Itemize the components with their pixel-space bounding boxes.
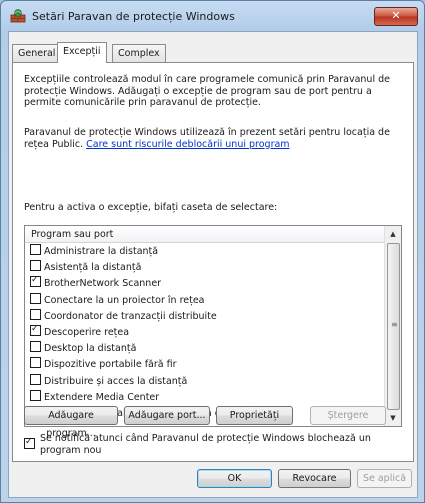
vertical-scrollbar[interactable]: ▲ ≡ ▼ [384, 226, 401, 426]
list-item-label: Administrare la distanță [44, 246, 159, 257]
title-bar[interactable]: Setări Paravan de protecție Windows ✕ [1, 1, 424, 31]
exception-checkbox[interactable] [30, 389, 41, 401]
window-title: Setări Paravan de protecție Windows [32, 10, 235, 23]
grip-icon: ≡ [391, 320, 398, 329]
list-item-label: Desktop la distanță [44, 343, 137, 355]
apply-button[interactable]: Se aplică [357, 469, 412, 488]
list-item-label: Conectare la un proiector în rețea [44, 294, 205, 306]
delete-button[interactable]: Ștergere [310, 406, 386, 425]
list-item[interactable]: Distribuire și acces la distanță [25, 373, 384, 390]
risk-link[interactable]: Care sunt riscurile deblocării unui prog… [86, 139, 289, 150]
list-item[interactable]: Coordonator de tranzacții distribuite [25, 308, 384, 325]
exception-checkbox[interactable] [30, 292, 41, 304]
list-item-label: Distribuire și acces la distanță [44, 375, 188, 387]
scroll-thumb[interactable]: ≡ [387, 243, 400, 410]
add-program-button[interactable]: Adăugare program... [24, 406, 118, 439]
cancel-button[interactable]: Revocare [278, 469, 351, 488]
firewall-icon [10, 9, 26, 23]
list-item[interactable]: Conectare la un proiector în rețea [25, 292, 384, 309]
exception-checkbox[interactable] [30, 357, 41, 369]
notify-label: Se notifică atunci când Paravanul de pro… [40, 433, 371, 456]
list-item[interactable]: Extendere Media Center [25, 389, 384, 406]
tab-general[interactable]: General [12, 44, 62, 62]
exception-checkbox[interactable] [30, 260, 41, 272]
exception-checkbox[interactable] [30, 373, 41, 385]
list-item-label: Dispozitive portabile fără fir [44, 359, 177, 371]
exception-checkbox[interactable] [30, 324, 41, 336]
notify-checkbox[interactable] [24, 438, 35, 449]
list-item-label: Descoperire rețea [44, 326, 130, 338]
list-item[interactable]: Asistență la distanță [25, 260, 384, 276]
instruction-text: Pentru a activa o excepție, bifați caset… [24, 202, 278, 213]
tab-exceptions[interactable]: Excepții [57, 42, 107, 63]
exceptions-panel: Excepțiile controlează modul în care pro… [12, 62, 414, 462]
dialog-window: Setări Paravan de protecție Windows ✕ Ge… [0, 0, 425, 503]
exceptions-list[interactable]: Program sau port Administrare la distanț… [24, 225, 402, 427]
properties-button[interactable]: Proprietăți [216, 406, 293, 425]
list-item[interactable]: Descoperire rețea [25, 324, 384, 341]
exception-checkbox[interactable] [30, 308, 41, 320]
list-item-label: Asistență la distanță [44, 262, 142, 274]
exception-checkbox[interactable] [30, 244, 41, 255]
list-item[interactable]: Dispozitive portabile fără fir [25, 357, 384, 373]
list-item[interactable]: Desktop la distanță [25, 341, 384, 357]
list-item-label: BrotherNetwork Scanner [44, 278, 162, 290]
profile-info: Paravanul de protecție Windows utilizeaz… [24, 127, 404, 150]
scroll-down-icon[interactable]: ▼ [385, 410, 401, 426]
add-port-button[interactable]: Adăugare port... [124, 406, 210, 425]
list-item-label: Coordonator de tranzacții distribuite [44, 310, 217, 322]
scroll-up-icon[interactable]: ▲ [385, 226, 401, 242]
list-item[interactable]: BrotherNetwork Scanner [25, 276, 384, 292]
list-column-header[interactable]: Program sau port [25, 226, 384, 243]
list-item[interactable]: Administrare la distanță [25, 244, 384, 260]
ok-button[interactable]: OK [197, 469, 272, 488]
list-item-label: Extendere Media Center [44, 391, 160, 403]
list-rows: Administrare la distanță Asistență la dis… [25, 244, 384, 422]
exception-checkbox[interactable] [30, 341, 41, 353]
description-text: Excepțiile controlează modul în care pro… [24, 74, 390, 108]
dialog-client-area: General Excepții Complex Excepțiile cont… [8, 31, 418, 498]
exception-checkbox[interactable] [30, 276, 41, 288]
close-icon: ✕ [391, 9, 401, 22]
tab-advanced[interactable]: Complex [112, 44, 166, 62]
close-button[interactable]: ✕ [374, 7, 418, 26]
